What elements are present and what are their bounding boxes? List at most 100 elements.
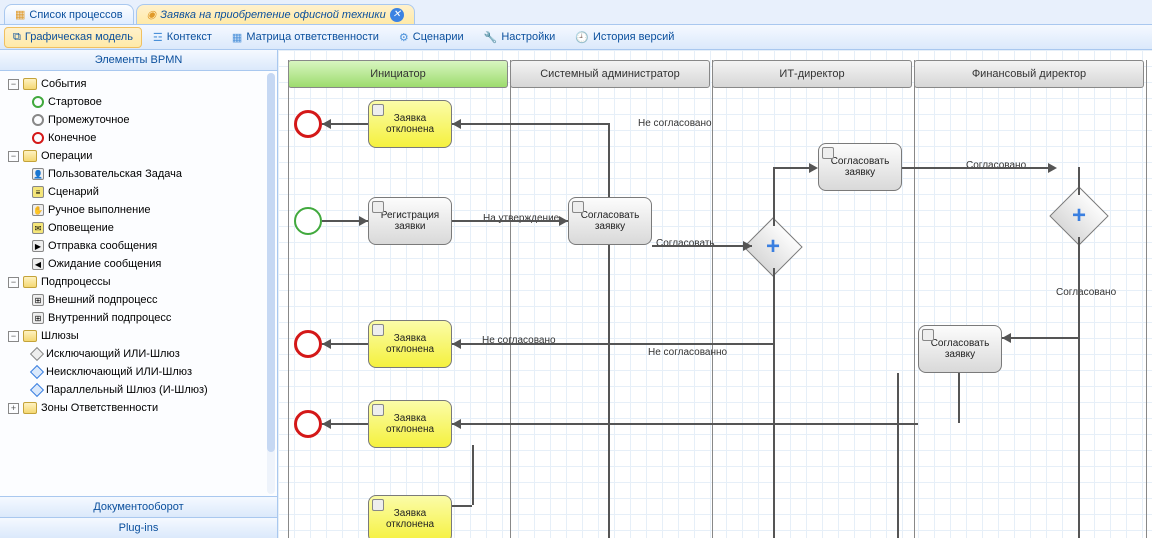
- tree-label: Стартовое: [48, 96, 102, 108]
- box-icon: 👤: [32, 168, 44, 180]
- bpmn-task[interactable]: Согласовать заявку: [818, 143, 902, 191]
- tool-label: Сценарии: [413, 31, 464, 43]
- tree-label: Операции: [41, 150, 92, 162]
- bpmn-task[interactable]: Заявка отклонена: [368, 495, 452, 538]
- tree-item[interactable]: Исключающий ИЛИ-Шлюз: [2, 345, 275, 363]
- bpmn-task[interactable]: Заявка отклонена: [368, 100, 452, 148]
- sidebar-footer-plugins[interactable]: Plug-ins: [0, 517, 277, 538]
- bpmn-task[interactable]: Заявка отклонена: [368, 400, 452, 448]
- bpmn-end-event[interactable]: [294, 330, 322, 358]
- bpmn-end-event[interactable]: [294, 410, 322, 438]
- top-tabs: ▦ Список процессов ◉ Заявка на приобрете…: [0, 0, 1152, 25]
- tree-group[interactable]: −Подпроцессы: [2, 273, 275, 291]
- tool-graphic-model[interactable]: ⧉Графическая модель: [4, 27, 142, 48]
- sidebar: Элементы BPMN −СобытияСтартовоеПромежуто…: [0, 50, 278, 538]
- edge: [652, 245, 752, 247]
- wrench-icon: 🔧: [484, 31, 498, 44]
- tree-label: Шлюзы: [41, 330, 79, 342]
- circle-icon: [32, 114, 44, 126]
- task-type-icon: [922, 329, 934, 341]
- tree-group[interactable]: − Шлюзы: [2, 327, 275, 345]
- box-icon: ▶: [32, 240, 44, 252]
- circle-icon: [32, 132, 44, 144]
- tree-item[interactable]: ✉ Оповещение: [2, 219, 275, 237]
- box-icon: ⊞: [32, 294, 44, 306]
- toggle-icon[interactable]: +: [8, 403, 19, 414]
- toggle-icon[interactable]: −: [8, 79, 19, 90]
- scroll-thumb[interactable]: [267, 73, 275, 452]
- edge-label: Согласовано: [966, 160, 1026, 171]
- tree-item[interactable]: ≡Сценарий: [2, 183, 275, 201]
- task-type-icon: [372, 404, 384, 416]
- tree-item[interactable]: Конечное: [2, 129, 275, 147]
- tree-item[interactable]: 👤Пользовательская Задача: [2, 165, 275, 183]
- tree-item[interactable]: Стартовое: [2, 93, 275, 111]
- box-icon: ◀: [32, 258, 44, 270]
- tool-context[interactable]: ☲Контекст: [144, 27, 221, 48]
- tree-label: Внутренний подпроцесс: [48, 312, 171, 324]
- sidebar-footer-doc[interactable]: Документооборот: [0, 496, 277, 517]
- tree-label: Промежуточное: [48, 114, 130, 126]
- diamond-icon: [30, 365, 44, 379]
- bpmn-task[interactable]: Регистрация заявки: [368, 197, 452, 245]
- tree-label: Оповещение: [48, 222, 114, 234]
- tree-label: Зоны Ответственности: [41, 402, 158, 414]
- toggle-icon[interactable]: −: [8, 331, 19, 342]
- box-icon: ✋: [32, 204, 44, 216]
- lane-border: [712, 60, 713, 538]
- tree-item[interactable]: Неисключающий ИЛИ-Шлюз: [2, 363, 275, 381]
- matrix-icon: ▦: [232, 31, 242, 44]
- task-label: Согласовать заявку: [923, 338, 997, 360]
- sidebar-footer: Документооборот Plug-ins: [0, 496, 277, 538]
- bpmn-start-event[interactable]: [294, 207, 322, 235]
- scrollbar[interactable]: [267, 73, 275, 494]
- tool-settings[interactable]: 🔧Настройки: [475, 27, 565, 48]
- tree-item[interactable]: ▶Отправка сообщения: [2, 237, 275, 255]
- tree-label: События: [41, 78, 86, 90]
- task-label: Согласовать заявку: [573, 210, 647, 232]
- lane-header[interactable]: ИТ-директор: [712, 60, 912, 88]
- edge: [452, 423, 918, 425]
- tree-item[interactable]: ✋Ручное выполнение: [2, 201, 275, 219]
- plus-icon: +: [1072, 202, 1086, 230]
- bpmn-task[interactable]: Согласовать заявку: [568, 197, 652, 245]
- tab-label: Список процессов: [29, 9, 122, 21]
- tab-process-list[interactable]: ▦ Список процессов: [4, 4, 134, 24]
- tree-item[interactable]: ◀Ожидание сообщения: [2, 255, 275, 273]
- tree-item[interactable]: ⊞Внутренний подпроцесс: [2, 309, 275, 327]
- tool-label: Настройки: [501, 31, 555, 43]
- tree-group[interactable]: + Зоны Ответственности: [2, 399, 275, 417]
- tool-label: Матрица ответственности: [246, 31, 379, 43]
- tree-item[interactable]: Промежуточное: [2, 111, 275, 129]
- tool-matrix[interactable]: ▦ Матрица ответственности: [223, 27, 388, 48]
- task-type-icon: [372, 499, 384, 511]
- tree-group[interactable]: − События: [2, 75, 275, 93]
- tree-item[interactable]: Параллельный Шлюз (И-Шлюз): [2, 381, 275, 399]
- toggle-icon[interactable]: −: [8, 151, 19, 162]
- gear-icon: ⚙: [399, 31, 409, 44]
- bpmn-end-event[interactable]: [294, 110, 322, 138]
- tab-request[interactable]: ◉ Заявка на приобретение офисной техники…: [136, 4, 415, 24]
- arrowhead: [322, 339, 331, 349]
- task-label: Заявка отклонена: [373, 413, 447, 435]
- tool-history[interactable]: 🕘История версий: [566, 27, 683, 48]
- diamond-icon: [30, 347, 44, 361]
- bpmn-tree: − События Стартовое Промежуточное Конечное − О…: [0, 71, 277, 496]
- lane-header[interactable]: Финансовый директор: [914, 60, 1144, 88]
- arrowhead: [1002, 333, 1011, 343]
- close-icon[interactable]: ✕: [390, 8, 404, 22]
- lane-header[interactable]: Инициатор: [288, 60, 508, 88]
- task-type-icon: [372, 104, 384, 116]
- arrowhead: [1048, 163, 1057, 173]
- bpmn-task[interactable]: Заявка отклонена: [368, 320, 452, 368]
- bpmn-task[interactable]: Согласовать заявку: [918, 325, 1002, 373]
- canvas[interactable]: ИнициаторСистемный администраторИТ-дирек…: [278, 50, 1152, 538]
- toggle-icon[interactable]: −: [8, 277, 19, 288]
- tool-scenarios[interactable]: ⚙ Сценарии: [390, 27, 473, 48]
- tool-label: Графическая модель: [25, 31, 133, 43]
- tree-item[interactable]: ⊞Внешний подпроцесс: [2, 291, 275, 309]
- lane-header[interactable]: Системный администратор: [510, 60, 710, 88]
- box-icon: ✉: [32, 222, 44, 234]
- tree-label: Неисключающий ИЛИ-Шлюз: [46, 366, 192, 378]
- tree-group[interactable]: − Операции: [2, 147, 275, 165]
